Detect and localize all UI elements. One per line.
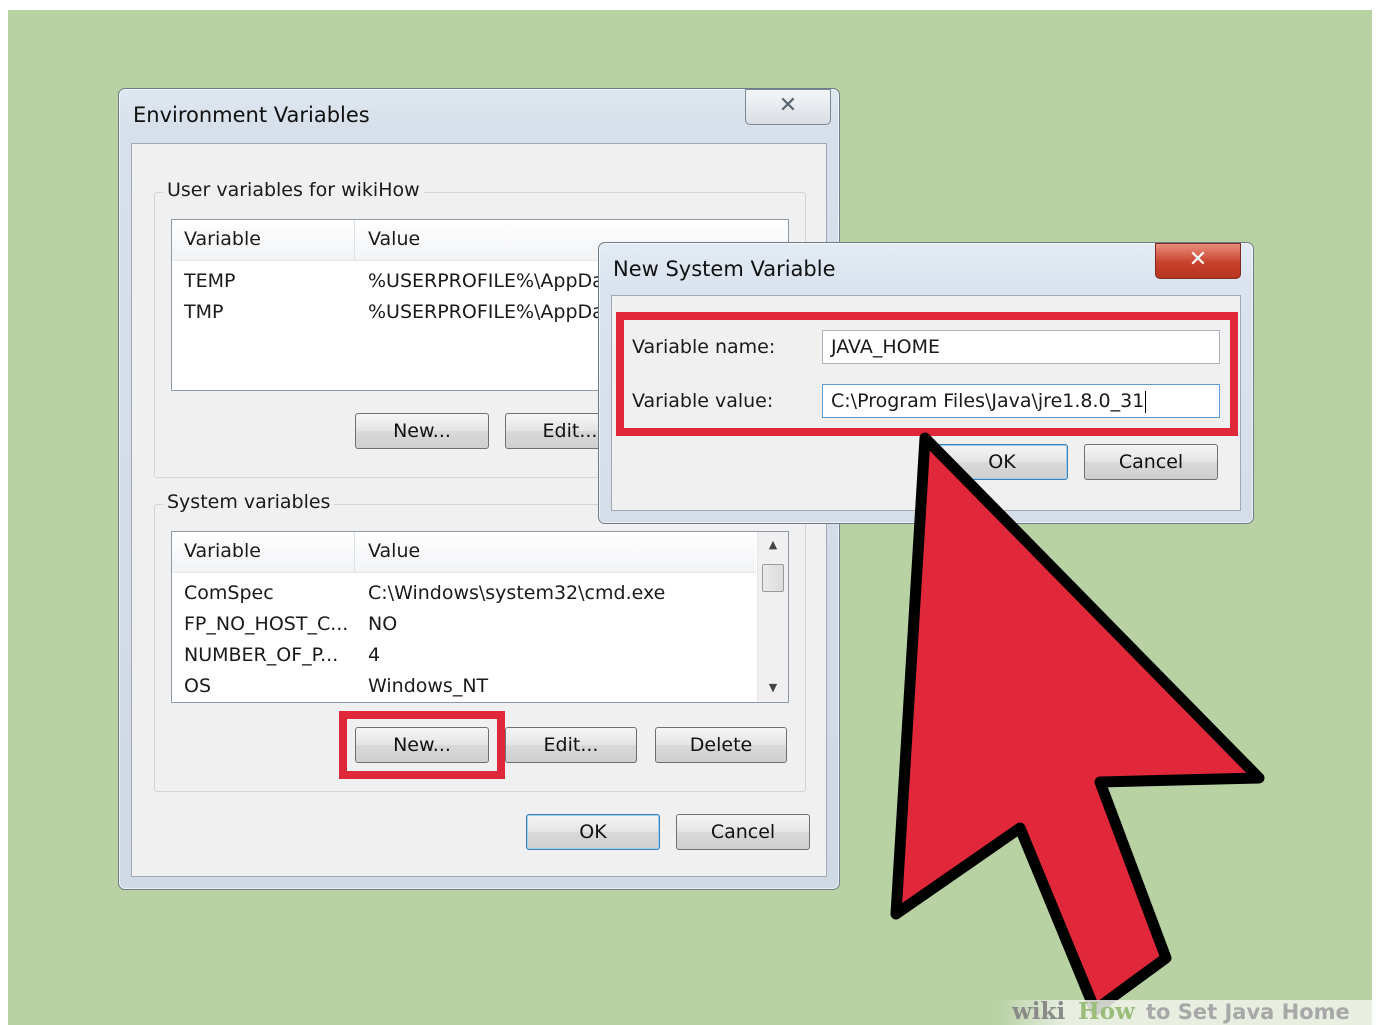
pointer-arrow-icon: [890, 432, 1265, 1016]
watermark-wiki: wiki: [1012, 998, 1066, 1025]
background: Environment Variables ✕ User variables f…: [8, 10, 1372, 1025]
watermark: wiki How to Set Java Home: [998, 998, 1372, 1025]
watermark-title: to Set Java Home: [1146, 1000, 1350, 1024]
watermark-how: How: [1078, 998, 1135, 1025]
